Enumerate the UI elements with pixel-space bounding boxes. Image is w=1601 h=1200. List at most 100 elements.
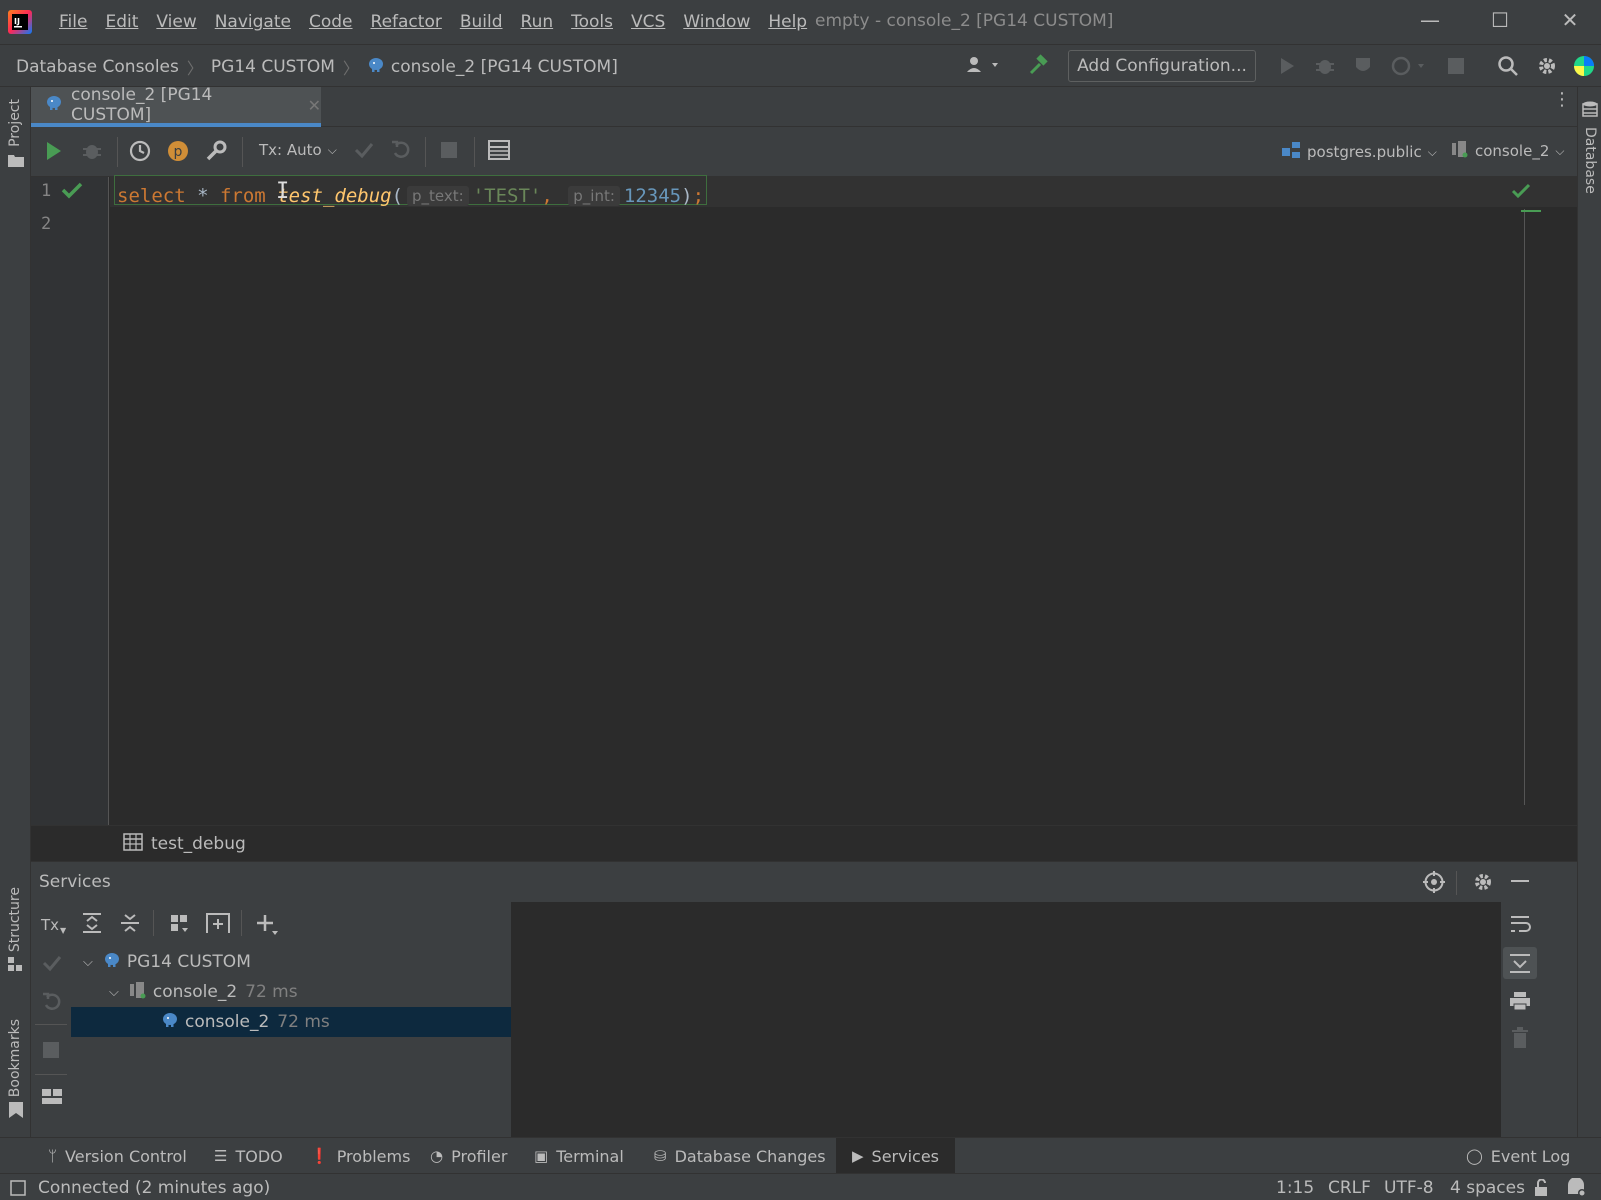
editor-scrollbar[interactable]: [1524, 209, 1525, 805]
database-tool-button[interactable]: Database: [1582, 127, 1598, 194]
menu-vcs[interactable]: VCS: [622, 12, 674, 32]
transaction-mode-dropdown[interactable]: Tx: Auto ⌵: [259, 141, 337, 159]
stop-icon[interactable]: [1448, 58, 1464, 78]
stop-icon[interactable]: [43, 1042, 59, 1062]
crumb-console[interactable]: console_2 [PG14 CUSTOM]: [391, 57, 618, 77]
group-by-icon[interactable]: [169, 913, 191, 939]
structure-tool-button[interactable]: Structure: [7, 887, 23, 952]
tree-node-data-source[interactable]: ⌵ PG14 CUSTOM: [71, 947, 511, 977]
history-icon[interactable]: [128, 139, 152, 167]
tab-terminal[interactable]: ▣ Terminal: [534, 1138, 624, 1174]
commit-check-icon[interactable]: [353, 139, 375, 165]
menu-run[interactable]: Run: [512, 12, 563, 32]
breadcrumb-item[interactable]: test_debug: [123, 833, 246, 855]
menu-file[interactable]: File: [50, 12, 96, 32]
cursor-position[interactable]: 1:15: [1276, 1178, 1314, 1198]
tab-version-control[interactable]: ᛘ Version Control: [48, 1138, 187, 1174]
list-icon: ☰: [214, 1147, 228, 1165]
tree-node-label: PG14 CUSTOM: [126, 952, 251, 972]
menu-window[interactable]: Window: [674, 12, 759, 32]
code-with-me-icon[interactable]: [1572, 54, 1596, 82]
separator: [242, 137, 243, 167]
line-separator[interactable]: CRLF: [1328, 1178, 1371, 1198]
maximize-icon[interactable]: ☐: [1480, 8, 1520, 32]
tab-services[interactable]: ▶ Services: [836, 1138, 956, 1174]
chevron-down-icon[interactable]: ⌵: [109, 985, 119, 1000]
tab-profiler[interactable]: ◔ Profiler: [430, 1138, 507, 1174]
target-icon[interactable]: [1423, 871, 1445, 897]
debug-icon[interactable]: [1314, 55, 1336, 81]
code-line-1[interactable]: select * from test_debug(p_text: 'TEST', …: [117, 179, 704, 213]
more-options-icon[interactable]: ⋮: [1553, 91, 1571, 109]
tab-problems[interactable]: ❗ Problems: [310, 1138, 410, 1174]
add-service-icon[interactable]: [256, 913, 282, 941]
close-tab-icon[interactable]: ✕: [308, 96, 321, 115]
notifications-icon[interactable]: [1566, 1177, 1588, 1200]
menu-help[interactable]: Help: [759, 12, 816, 32]
toggle-tool-windows-icon[interactable]: [10, 1180, 26, 1200]
tab-database-changes[interactable]: ⛁ Database Changes: [654, 1138, 826, 1174]
schema-selector[interactable]: postgres.public ⌵: [1281, 140, 1437, 164]
file-encoding[interactable]: UTF-8: [1384, 1178, 1434, 1198]
build-hammer-icon[interactable]: [1028, 54, 1050, 80]
crumb-data-source[interactable]: PG14 CUSTOM: [211, 57, 335, 77]
tree-node-session[interactable]: ⌵ console_2 72 ms: [71, 977, 511, 1007]
chevron-down-icon[interactable]: ⌵: [83, 955, 93, 970]
project-tool-button[interactable]: Project: [7, 99, 23, 147]
no-problems-check-icon[interactable]: [1511, 182, 1531, 204]
menu-view[interactable]: View: [147, 12, 205, 32]
soft-wrap-icon[interactable]: [1509, 914, 1531, 938]
execute-icon[interactable]: [45, 140, 63, 166]
scroll-to-end-icon[interactable]: [1503, 947, 1537, 979]
trash-icon[interactable]: [1510, 1027, 1530, 1053]
output-table-icon[interactable]: [488, 140, 510, 164]
app-logo-icon[interactable]: IJ: [8, 10, 32, 34]
user-icon[interactable]: [965, 55, 1005, 79]
stop-icon[interactable]: [441, 142, 457, 162]
separator: [35, 1074, 67, 1075]
status-message[interactable]: Connected (2 minutes ago): [38, 1178, 270, 1198]
parameters-icon[interactable]: p: [166, 139, 190, 167]
layout-icon[interactable]: [41, 1087, 63, 1111]
menu-build[interactable]: Build: [451, 12, 512, 32]
new-tab-icon[interactable]: [205, 911, 231, 939]
menu-code[interactable]: Code: [300, 12, 362, 32]
tab-console-2[interactable]: console_2 [PG14 CUSTOM] ✕: [31, 85, 321, 127]
tab-label: Event Log: [1490, 1146, 1571, 1166]
menu-edit[interactable]: Edit: [96, 12, 147, 32]
close-window-icon[interactable]: ✕: [1550, 8, 1590, 32]
unlock-icon[interactable]: [1533, 1178, 1549, 1200]
add-configuration-button[interactable]: Add Configuration...: [1068, 50, 1256, 82]
expand-all-icon[interactable]: [81, 912, 103, 938]
debug-icon[interactable]: [81, 140, 103, 166]
collapse-all-icon[interactable]: [119, 912, 141, 938]
sql-editor[interactable]: 1 2 select * from test_debug(p_text: 'TES…: [31, 175, 1577, 825]
crumb-database-consoles[interactable]: Database Consoles: [16, 57, 179, 77]
menu-tools[interactable]: Tools: [562, 12, 622, 32]
wrench-icon[interactable]: [204, 139, 228, 167]
tab-event-log[interactable]: ◯ Event Log: [1466, 1138, 1570, 1174]
settings-gear-icon[interactable]: [1472, 871, 1494, 897]
tx-dropdown[interactable]: Tx ▼: [41, 914, 66, 936]
tab-todo[interactable]: ☰ TODO: [214, 1138, 283, 1174]
print-icon[interactable]: [1509, 990, 1531, 1016]
profile-icon[interactable]: [1390, 55, 1430, 81]
menu-navigate[interactable]: Navigate: [206, 12, 300, 32]
search-icon[interactable]: [1497, 55, 1519, 81]
editor-breadcrumb: test_debug: [31, 825, 1577, 861]
settings-gear-icon[interactable]: [1536, 55, 1558, 81]
minimize-panel-icon[interactable]: [1511, 880, 1529, 882]
bookmarks-tool-button[interactable]: Bookmarks: [7, 1019, 23, 1097]
rollback-icon[interactable]: [390, 139, 412, 165]
menu-refactor[interactable]: Refactor: [362, 12, 451, 32]
commit-check-icon[interactable]: [41, 952, 63, 978]
indent-setting[interactable]: 4 spaces: [1450, 1178, 1525, 1198]
event-log-icon: ◯: [1466, 1147, 1483, 1165]
tree-node-console[interactable]: console_2 72 ms: [71, 1007, 511, 1037]
coverage-icon[interactable]: [1352, 55, 1374, 81]
rollback-icon[interactable]: [41, 991, 63, 1017]
tx-mode-label: Tx: Auto: [259, 141, 322, 159]
minimize-icon[interactable]: —: [1410, 8, 1450, 32]
session-selector[interactable]: console_2 ⌵: [1451, 140, 1564, 162]
run-icon[interactable]: [1278, 56, 1296, 80]
